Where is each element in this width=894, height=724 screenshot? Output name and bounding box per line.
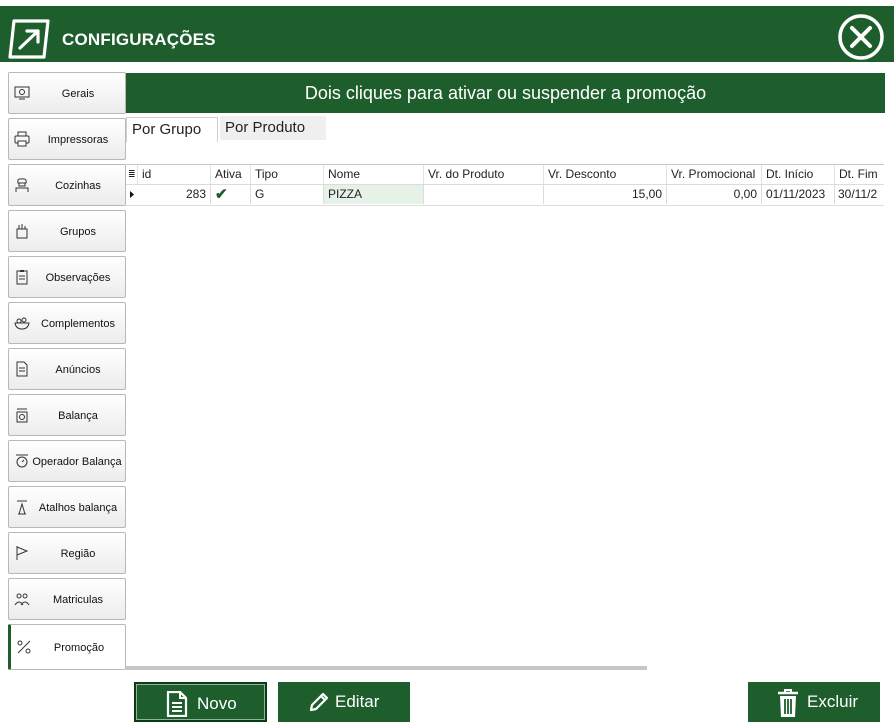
cell-nome[interactable]: PIZZA	[324, 185, 424, 204]
grid-header: ≣ id Ativa Tipo Nome Vr. do Produto Vr. …	[126, 165, 884, 184]
document-icon	[16, 361, 28, 377]
column-header-dt-inicio[interactable]: Dt. Início	[762, 165, 835, 184]
sidebar-item-label: Observações	[45, 272, 111, 284]
chef-icon	[15, 178, 29, 192]
cell-tipo[interactable]: G	[251, 185, 324, 204]
sidebar: Gerais Impressoras Cozinhas Grupos Obser…	[6, 72, 126, 720]
column-header-vr-produto[interactable]: Vr. do Produto	[424, 165, 544, 184]
editar-label: Editar	[335, 692, 380, 711]
sidebar-item-label: Grupos	[59, 226, 97, 238]
new-document-icon	[166, 691, 188, 717]
title-bar: CONFIGURAÇÕES	[0, 6, 894, 62]
novo-button[interactable]: Novo	[134, 682, 267, 722]
promotions-grid: ≣ id Ativa Tipo Nome Vr. do Produto Vr. …	[126, 164, 884, 673]
sidebar-item-label: Anúncios	[55, 364, 101, 376]
sidebar-item-label: Região	[60, 548, 96, 560]
scale-operator-icon	[16, 454, 28, 468]
promotion-icon	[17, 640, 31, 654]
sidebar-item-atalhos-balanca[interactable]: Atalhos balança	[8, 486, 126, 528]
sidebar-item-anuncios[interactable]: Anúncios	[8, 348, 126, 390]
sidebar-item-grupos[interactable]: Grupos	[8, 210, 126, 252]
sidebar-item-impressoras[interactable]: Impressoras	[8, 118, 126, 160]
column-header-ativa[interactable]: Ativa	[211, 165, 251, 184]
cell-dt-fim[interactable]: 30/11/2	[835, 185, 884, 204]
sidebar-item-promocao[interactable]: Promoção	[8, 624, 126, 670]
cell-vr-promocional[interactable]: 0,00	[667, 185, 762, 204]
editar-button[interactable]: Editar	[278, 682, 410, 722]
tab-por-grupo[interactable]: Por Grupo	[126, 117, 218, 142]
excluir-button[interactable]: Excluir	[748, 682, 880, 722]
excluir-label: Excluir	[807, 692, 859, 711]
sidebar-item-label: Promoção	[53, 642, 105, 654]
sidebar-item-label: Cozinhas	[55, 180, 101, 192]
flag-icon	[16, 546, 29, 560]
column-header-nome[interactable]: Nome	[324, 165, 424, 184]
pencil-icon	[309, 692, 329, 712]
scale-icon	[16, 408, 28, 423]
check-icon[interactable]: ✔	[211, 185, 251, 204]
sidebar-item-gerais[interactable]: Gerais	[8, 72, 126, 114]
close-icon[interactable]	[836, 12, 886, 62]
novo-label: Novo	[197, 694, 237, 713]
app-title: CONFIGURAÇÕES	[62, 30, 216, 49]
sidebar-item-operador-balanca[interactable]: Operador Balança	[8, 440, 126, 482]
sidebar-item-label: Balança	[58, 410, 98, 422]
row-indicator-icon	[130, 191, 134, 198]
trash-icon	[778, 689, 798, 717]
sidebar-item-label: Operador Balança	[32, 456, 122, 468]
printer-icon	[14, 131, 30, 147]
clipboard-icon	[16, 270, 28, 285]
cell-id[interactable]: 283	[138, 185, 211, 204]
instruction-banner: Dois cliques para ativar ou suspender a …	[126, 73, 885, 113]
people-icon	[14, 593, 30, 606]
horizontal-scrollbar[interactable]	[126, 666, 647, 670]
column-header-vr-promocional[interactable]: Vr. Promocional	[667, 165, 762, 184]
column-header-tipo[interactable]: Tipo	[251, 165, 324, 184]
bowl-icon	[14, 317, 30, 330]
tab-por-produto[interactable]: Por Produto	[220, 116, 326, 140]
sidebar-item-balanca[interactable]: Balança	[8, 394, 126, 436]
cell-dt-inicio[interactable]: 01/11/2023	[762, 185, 835, 204]
sidebar-item-matriculas[interactable]: Matriculas	[8, 578, 126, 620]
group-icon	[16, 224, 28, 239]
sidebar-item-label: Atalhos balança	[38, 502, 118, 514]
table-row[interactable]: 283 ✔ G PIZZA 15,00 0,00 01/11/2023 30/1…	[126, 184, 884, 206]
sidebar-item-regiao[interactable]: Região	[8, 532, 126, 574]
column-chooser-icon[interactable]: ≣	[126, 165, 138, 184]
sidebar-item-cozinhas[interactable]: Cozinhas	[8, 164, 126, 206]
sidebar-item-label: Impressoras	[47, 134, 109, 146]
sidebar-item-observacoes[interactable]: Observações	[8, 256, 126, 298]
monitor-gear-icon	[14, 86, 30, 100]
sidebar-item-label: Complementos	[41, 318, 115, 330]
column-header-vr-desconto[interactable]: Vr. Desconto	[544, 165, 667, 184]
app-logo-icon	[8, 19, 50, 59]
sidebar-item-complementos[interactable]: Complementos	[8, 302, 126, 344]
cell-vr-produto[interactable]	[424, 185, 544, 204]
cell-vr-desconto[interactable]: 15,00	[544, 185, 667, 204]
sidebar-item-label: Gerais	[61, 88, 95, 100]
column-header-dt-fim[interactable]: Dt. Fim	[835, 165, 884, 184]
scale-shortcut-icon	[17, 500, 27, 515]
column-header-id[interactable]: id	[138, 165, 211, 184]
sidebar-item-label: Matriculas	[52, 594, 104, 606]
